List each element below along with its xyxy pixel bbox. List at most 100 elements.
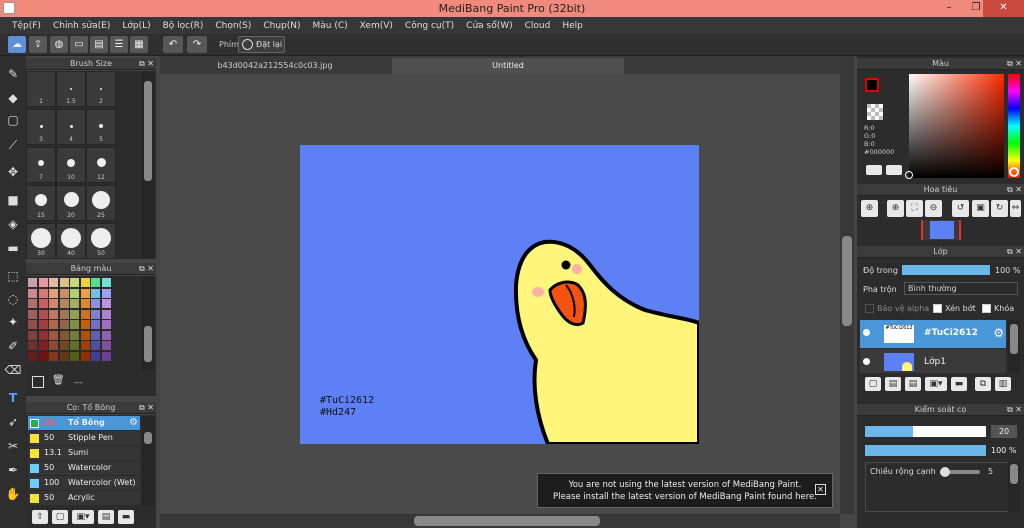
layer-folder-icon[interactable]: ▬ [951,377,967,391]
update-notice[interactable]: You are not using the latest version of … [537,473,833,508]
undo-icon[interactable]: ↶ [163,36,183,53]
palette-swatch[interactable] [28,351,37,361]
brush-item[interactable]: 13.1 Sumi [28,446,140,461]
palette-swatch[interactable] [59,341,69,350]
palette-swatch[interactable] [59,351,69,361]
brush-list-scrollbar[interactable] [142,416,154,506]
redo-icon[interactable]: ↷ [187,36,207,53]
palette-scrollbar[interactable] [142,276,154,370]
brush-size-slider[interactable] [865,426,986,437]
flip-icon[interactable]: ⇔ [1010,200,1021,217]
panel-close-icon[interactable]: ⧉ ✕ [1007,58,1022,70]
rectangle-tool-icon[interactable]: ▢ [3,111,23,130]
new-layer-icon[interactable]: ▢ [865,377,881,391]
operation-tool-icon[interactable]: ➶ [3,413,23,432]
fit-window-icon[interactable]: ⛶ [906,200,923,217]
protect-alpha-checkbox[interactable] [865,304,874,313]
scroll-thumb[interactable] [842,236,852,326]
transparent-color-swatch[interactable] [867,104,883,120]
hue-handle[interactable] [1009,167,1019,177]
artwork-canvas[interactable]: #TuCi2612 #Hd247 [300,145,699,444]
tab-untitled[interactable]: Untitled [392,58,624,74]
palette-swatch[interactable] [70,299,79,308]
palette-swatch[interactable] [80,351,90,361]
panel-close-icon[interactable]: ⧉ ✕ [139,58,154,70]
palette-swatch[interactable] [101,288,111,298]
scroll-thumb[interactable] [144,326,152,362]
delete-palette-icon[interactable]: 🗑 [52,375,66,389]
palette-swatch[interactable] [49,330,58,340]
color-button-1-icon[interactable] [866,165,882,175]
upload-brush-icon[interactable]: ⇧ [32,510,48,524]
lasso-tool-icon[interactable]: ◌ [3,290,23,309]
canvas-hscrollbar[interactable] [160,514,840,528]
menu-help[interactable]: Help [556,21,589,31]
bucket-tool-icon[interactable]: ◈ [3,215,23,234]
brush-size-cell[interactable]: 30 [26,223,56,259]
navigator-preview[interactable] [921,220,961,240]
palette-swatch[interactable] [80,341,90,350]
move-tool-icon[interactable]: ✥ [3,163,23,182]
zoom-in-icon[interactable]: ⊕ [861,200,878,217]
export-icon[interactable]: ⇪ [29,36,47,53]
palette-swatch[interactable] [49,341,58,350]
scroll-thumb[interactable] [1010,324,1018,354]
palette-swatch[interactable] [70,309,79,319]
palette-swatch[interactable] [91,320,100,329]
palette-swatch[interactable] [70,351,79,361]
layer-opacity-slider[interactable] [902,265,990,275]
duplicate-layer-icon[interactable]: ⧉ [975,377,991,391]
palette-swatch[interactable] [101,299,111,308]
reset-button[interactable]: Đặt lại [238,36,285,53]
brush-menu-icon[interactable]: ▣▾ [72,510,94,524]
panel-close-icon[interactable]: ⧉ ✕ [1007,404,1022,416]
layer-scrollbar[interactable] [1008,320,1020,373]
palette-swatch[interactable] [80,288,90,298]
palette-swatch[interactable] [49,351,58,361]
brush-size-scrollbar[interactable] [142,71,154,259]
comment-icon[interactable]: ◍ [50,36,68,53]
palette-swatch[interactable] [38,309,48,319]
menu-file[interactable]: Tệp(F) [6,21,47,31]
brush-size-cell[interactable]: 4 [56,109,86,145]
brush-control-scrollbar[interactable] [1008,462,1020,512]
brush-size-cell[interactable]: 40 [56,223,86,259]
menu-capture[interactable]: Chụp(N) [257,21,306,31]
scroll-thumb[interactable] [144,81,152,181]
palette-swatch[interactable] [101,341,111,350]
palette-swatch[interactable] [49,309,58,319]
divide-tool-icon[interactable]: ✂ [3,437,23,456]
palette-swatch[interactable] [101,330,111,340]
palette-swatch[interactable] [28,320,37,329]
menu-cloud[interactable]: Cloud [519,21,557,31]
palette-swatch[interactable] [38,299,48,308]
list-icon[interactable]: ☰ [110,36,128,53]
zoom-out-icon[interactable]: ⊖ [925,200,942,217]
eraser-tool-icon[interactable]: ◆ [3,89,23,108]
panel-close-icon[interactable]: ⧉ ✕ [1007,246,1022,258]
zoom-fit-icon[interactable]: ⊕ [887,200,904,217]
lock-checkbox[interactable] [982,304,991,313]
palette-swatch[interactable] [91,351,100,361]
brush-opacity-slider[interactable] [865,445,986,456]
menu-window[interactable]: Cửa sổ(W) [460,21,518,31]
palette-swatch[interactable] [49,288,58,298]
notice-close-icon[interactable]: ✕ [815,484,826,495]
palette-swatch[interactable] [49,299,58,308]
brush-size-value-box[interactable]: 20 [991,425,1017,438]
palette-swatch[interactable] [59,278,69,287]
fill-rect-tool-icon[interactable]: ■ [3,191,23,210]
brush-size-cell[interactable]: 20 [56,185,86,221]
cloud-icon[interactable]: ☁ [8,36,26,53]
palette-swatch[interactable] [59,299,69,308]
gear-icon[interactable]: ⚙ [129,417,138,428]
brush-tool-icon[interactable]: ✎ [3,65,23,84]
palette-swatch[interactable] [38,341,48,350]
magic-wand-icon[interactable]: ✦ [3,313,23,332]
eyedropper-icon[interactable]: ✒ [3,461,23,480]
color-button-2-icon[interactable] [886,165,902,175]
add-layer-menu-icon[interactable]: ▣▾ [925,377,947,391]
palette-swatch[interactable] [28,330,37,340]
brush-size-cell[interactable]: 15 [26,185,56,221]
palette-swatch[interactable] [101,309,111,319]
